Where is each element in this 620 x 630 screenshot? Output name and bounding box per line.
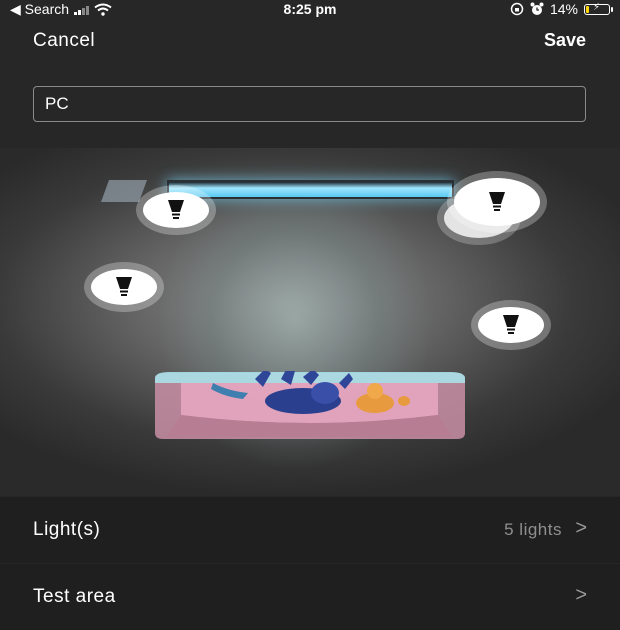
battery-percent: 14% (549, 1, 578, 17)
header: Cancel Save (0, 28, 620, 56)
lights-row[interactable]: Light(s) 5 lights > (0, 497, 620, 563)
speaker-icon (100, 180, 148, 202)
cancel-button[interactable]: Cancel (33, 30, 95, 52)
light-marker[interactable] (91, 269, 157, 305)
tv-icon (167, 180, 454, 199)
light-marker[interactable] (143, 192, 209, 228)
battery-icon: ⚡ (584, 1, 613, 15)
status-right: 14% ⚡ (510, 1, 613, 17)
light-marker[interactable] (478, 307, 544, 343)
bulb-icon (489, 192, 505, 211)
entertainment-area-scene (0, 148, 620, 496)
area-name-input[interactable] (33, 86, 586, 122)
row-value: 5 lights (504, 520, 562, 539)
bulb-icon (503, 315, 519, 334)
light-marker[interactable] (454, 178, 540, 226)
chevron-right-icon: > (575, 517, 587, 539)
bulb-icon (168, 200, 184, 219)
orientation-lock-icon (510, 2, 524, 16)
save-button[interactable]: Save (544, 30, 586, 51)
charging-bolt-icon: ⚡ (593, 1, 601, 13)
row-label: Light(s) (33, 519, 101, 540)
test-area-row[interactable]: Test area > (0, 564, 620, 630)
sofa-icon (155, 371, 465, 439)
bulb-icon (116, 277, 132, 296)
status-bar: ◀ Search 8:25 pm 14% ⚡ (0, 0, 620, 20)
light-beam (130, 188, 460, 496)
row-label: Test area (33, 586, 116, 607)
battery-fill (586, 5, 589, 13)
alarm-icon (530, 2, 544, 15)
chevron-right-icon: > (575, 584, 587, 606)
